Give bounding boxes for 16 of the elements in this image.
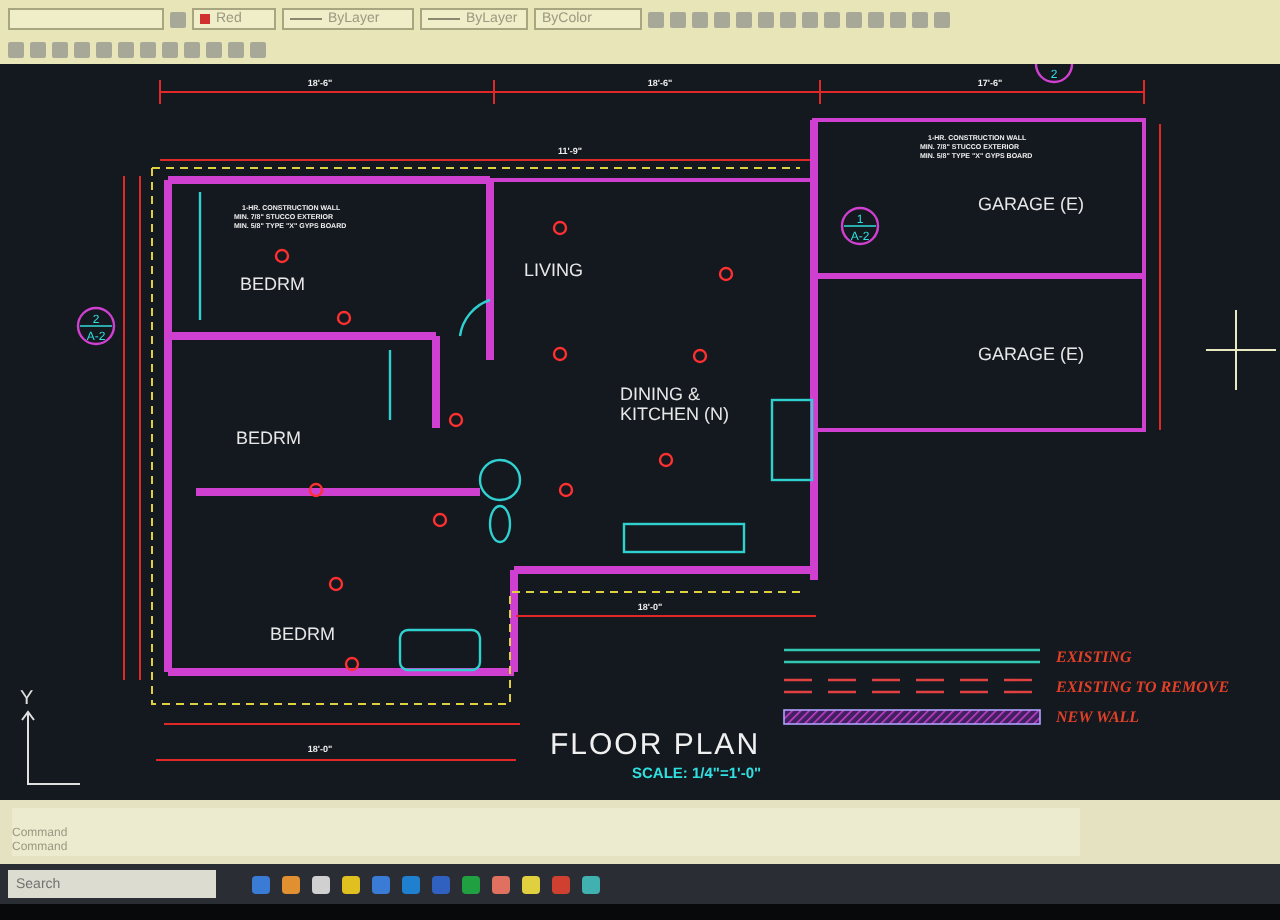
legend-label: EXISTING xyxy=(1056,648,1132,666)
room-label: GARAGE (E) xyxy=(978,194,1085,214)
room-label: KITCHEN (N) xyxy=(620,404,729,424)
legend-label: EXISTING TO REMOVE xyxy=(1056,678,1230,696)
room-label: BEDRM xyxy=(236,428,302,448)
crosshair-cursor-icon xyxy=(1205,309,1277,391)
drawing-title: FLOOR PLAN xyxy=(550,728,761,762)
ucs-axis-icon xyxy=(21,710,81,785)
room-label: LIVING xyxy=(524,260,584,280)
layer-dropdown[interactable] xyxy=(8,8,164,30)
room-label: BEDRM xyxy=(240,274,306,294)
axis-label: Y xyxy=(20,688,34,710)
room-label: GARAGE (E) xyxy=(978,344,1085,364)
room-label: BEDRM xyxy=(270,624,336,644)
room-label: DINING & xyxy=(620,384,701,404)
legend-label: NEW WALL xyxy=(1056,708,1140,726)
